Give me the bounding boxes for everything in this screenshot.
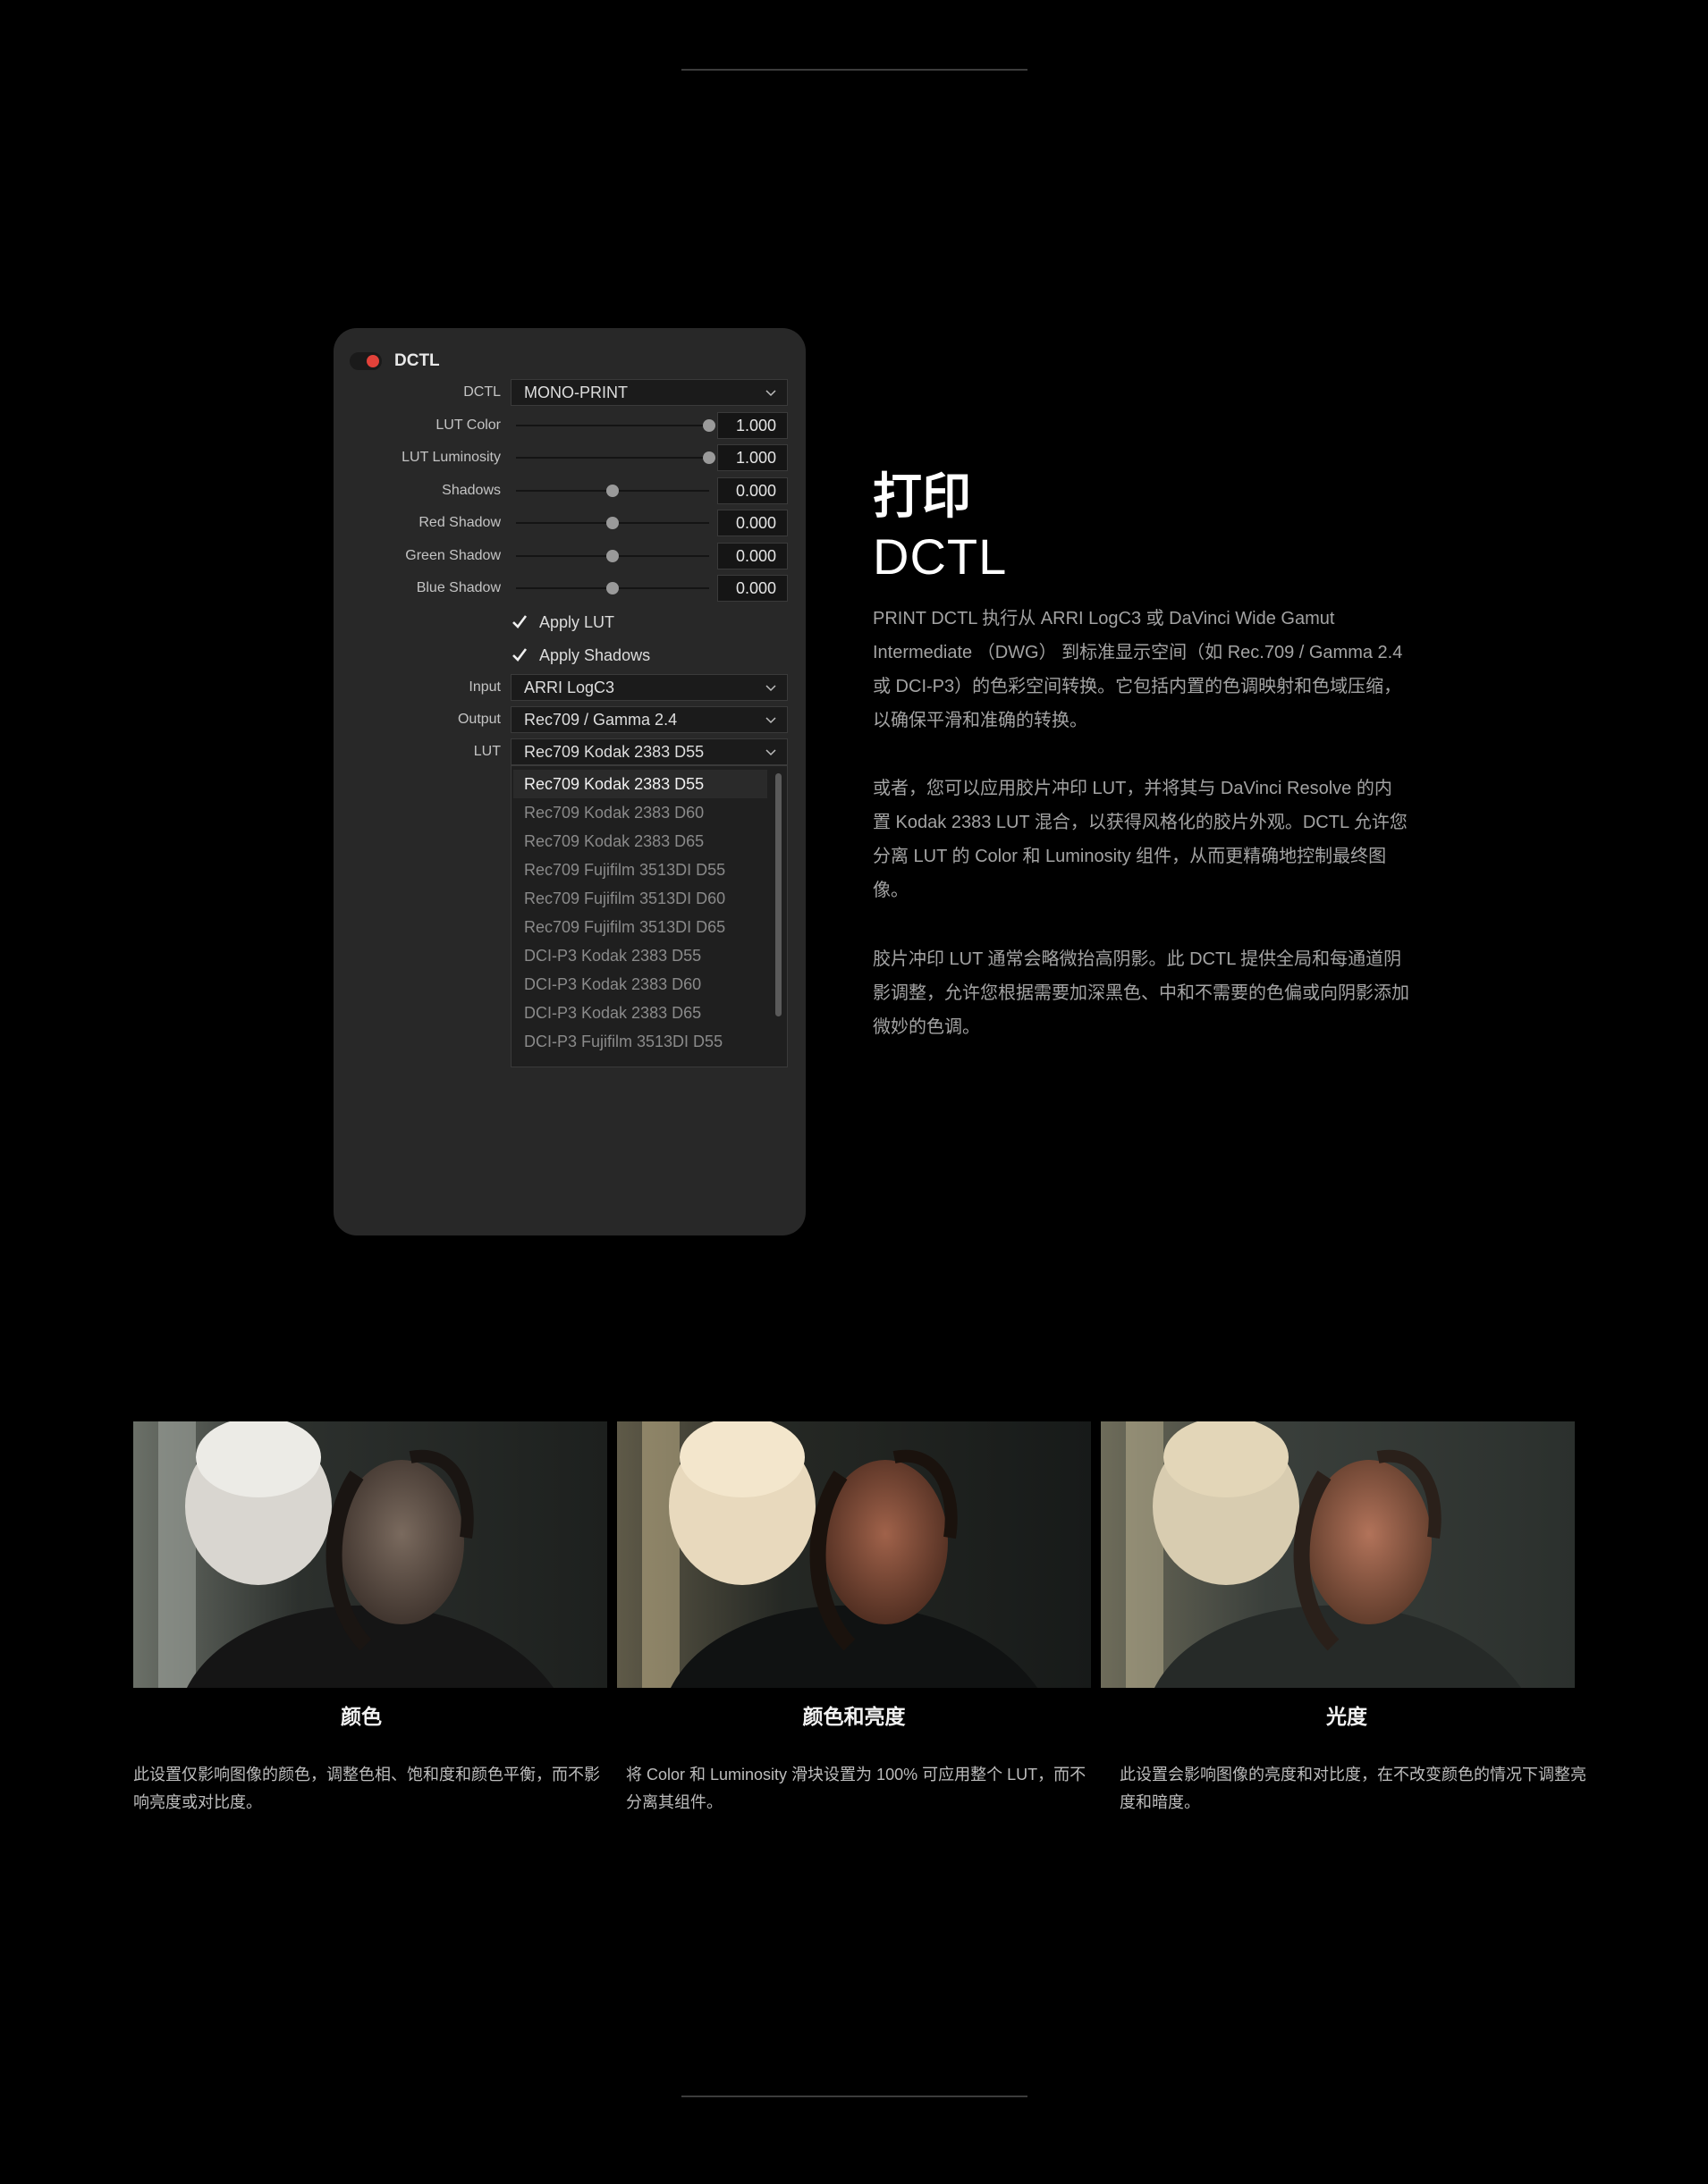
red-shadow-slider[interactable]: [516, 517, 709, 529]
checkmark-icon: [512, 615, 528, 628]
card-description-color: 此设置仅影响图像的颜色，调整色相、饱和度和颜色平衡，而不影响亮度或对比度。: [133, 1766, 600, 1811]
slider-row-blue-shadow: Blue Shadow 0.000: [334, 575, 806, 602]
green-shadow-slider[interactable]: [516, 550, 709, 562]
output-select-value: Rec709 / Gamma 2.4: [524, 711, 678, 729]
chevron-down-icon: [765, 390, 776, 397]
lut-option[interactable]: Rec709 Kodak 2383 D55: [524, 770, 704, 798]
lut-option[interactable]: Rec709 Fujifilm 3513DI D55: [524, 856, 725, 884]
slider-row-lut-luminosity: LUT Luminosity 1.000: [334, 444, 806, 471]
dctl-select-value: MONO-PRINT: [524, 384, 628, 401]
description-paragraph: 胶片冲印 LUT 通常会略微抬高阴影。此 DCTL 提供全局和每通道阴影调整，允…: [873, 949, 1409, 1037]
apply-shadows-checkbox[interactable]: Apply Shadows: [511, 642, 650, 669]
card-title-color: 颜色: [341, 1705, 382, 1728]
slider-handle[interactable]: [606, 485, 619, 497]
section-title-cn: 打印: [873, 468, 972, 524]
card-title-luminosity: 光度: [1326, 1705, 1367, 1728]
lut-color-value-field[interactable]: 1.000: [717, 412, 788, 439]
apply-lut-checkbox[interactable]: Apply LUT: [511, 609, 614, 636]
slider-handle[interactable]: [703, 451, 715, 464]
output-row: Output Rec709 / Gamma 2.4: [334, 706, 806, 733]
slider-label: Blue Shadow: [416, 580, 501, 595]
lut-select[interactable]: Rec709 Kodak 2383 D55: [511, 738, 788, 765]
green-shadow-value-field[interactable]: 0.000: [717, 543, 788, 569]
dctl-select[interactable]: MONO-PRINT: [511, 379, 788, 406]
apply-lut-label: Apply LUT: [539, 612, 615, 631]
color-and-luminosity-comparison-image: [617, 1421, 1091, 1688]
description-paragraph: PRINT DCTL 执行从 ARRI LogC3 或 DaVinci Wide…: [873, 609, 1403, 730]
top-divider: [681, 69, 1027, 71]
lut-luminosity-value-field[interactable]: 1.000: [717, 444, 788, 471]
slider-handle[interactable]: [606, 582, 619, 594]
shadows-slider[interactable]: [516, 485, 709, 497]
slider-row-green-shadow: Green Shadow 0.000: [334, 543, 806, 569]
card-title-color-luminosity: 颜色和亮度: [802, 1705, 906, 1728]
chevron-down-icon: [765, 749, 776, 756]
dctl-panel: DCTL DCTL MONO-PRINT LUT Color 1.000 LUT…: [334, 328, 806, 1235]
lut-option[interactable]: DCI-P3 Kodak 2383 D65: [524, 999, 701, 1027]
toggle-indicator-icon: [367, 355, 379, 367]
red-shadow-value-field[interactable]: 0.000: [717, 510, 788, 536]
chevron-down-icon: [765, 685, 776, 692]
enable-toggle[interactable]: [350, 352, 382, 370]
card-description-luminosity: 此设置会影响图像的亮度和对比度，在不改变颜色的情况下调整亮度和暗度。: [1120, 1766, 1586, 1811]
checkmark-icon: [512, 648, 528, 662]
blue-shadow-slider[interactable]: [516, 582, 709, 594]
bottom-divider: [681, 2095, 1027, 2097]
input-select[interactable]: ARRI LogC3: [511, 674, 788, 701]
slider-handle[interactable]: [703, 419, 715, 432]
slider-row-red-shadow: Red Shadow 0.000: [334, 510, 806, 536]
chevron-down-icon: [765, 717, 776, 724]
lut-option[interactable]: DCI-P3 Fujifilm 3513DI D55: [524, 1027, 723, 1056]
lut-option[interactable]: DCI-P3 Kodak 2383 D60: [524, 970, 701, 999]
panel-title: DCTL: [394, 351, 440, 370]
slider-label: Red Shadow: [419, 515, 501, 530]
lut-row: LUT Rec709 Kodak 2383 D55: [334, 738, 806, 765]
dctl-row: DCTL MONO-PRINT: [334, 379, 806, 406]
input-row: Input ARRI LogC3: [334, 674, 806, 701]
slider-label: LUT Luminosity: [402, 450, 501, 465]
lut-option[interactable]: Rec709 Kodak 2383 D65: [524, 827, 704, 856]
lut-option[interactable]: Rec709 Kodak 2383 D60: [524, 798, 704, 827]
slider-handle[interactable]: [606, 517, 619, 529]
output-select[interactable]: Rec709 / Gamma 2.4: [511, 706, 788, 733]
slider-label: Shadows: [442, 483, 501, 498]
lut-option[interactable]: DCI-P3 Kodak 2383 D55: [524, 941, 701, 970]
slider-row-shadows: Shadows 0.000: [334, 477, 806, 504]
description-paragraph: 或者，您可以应用胶片冲印 LUT，并将其与 DaVinci Resolve 的内…: [873, 779, 1408, 900]
lut-option[interactable]: Rec709 Fujifilm 3513DI D60: [524, 884, 725, 913]
dropdown-scrollbar[interactable]: [775, 773, 782, 1016]
lut-luminosity-slider[interactable]: [516, 451, 715, 464]
slider-handle[interactable]: [606, 550, 619, 562]
apply-shadows-label: Apply Shadows: [539, 645, 651, 664]
shadows-value-field[interactable]: 0.000: [717, 477, 788, 504]
lut-color-slider[interactable]: [516, 419, 715, 432]
lut-option[interactable]: Rec709 Fujifilm 3513DI D65: [524, 913, 725, 941]
slider-label: Green Shadow: [405, 548, 501, 563]
blue-shadow-value-field[interactable]: 0.000: [717, 575, 788, 602]
slider-row-lut-color: LUT Color 1.000: [334, 412, 806, 439]
input-select-value: ARRI LogC3: [524, 679, 615, 696]
output-label: Output: [457, 712, 501, 727]
lut-dropdown-list: Rec709 Kodak 2383 D55 Rec709 Kodak 2383 …: [511, 765, 788, 1067]
lut-label: LUT: [473, 744, 501, 759]
section-title-en: DCTL: [873, 528, 1008, 585]
slider-label: LUT Color: [435, 417, 501, 433]
lut-select-value: Rec709 Kodak 2383 D55: [524, 743, 705, 761]
luminosity-comparison-image: [1101, 1421, 1575, 1688]
input-label: Input: [469, 679, 501, 695]
panel-header: DCTL: [350, 348, 440, 375]
card-description-color-luminosity: 将 Color 和 Luminosity 滑块设置为 100% 可应用整个 LU…: [626, 1766, 1087, 1811]
color-comparison-image: [133, 1421, 607, 1688]
dctl-label: DCTL: [463, 384, 501, 400]
